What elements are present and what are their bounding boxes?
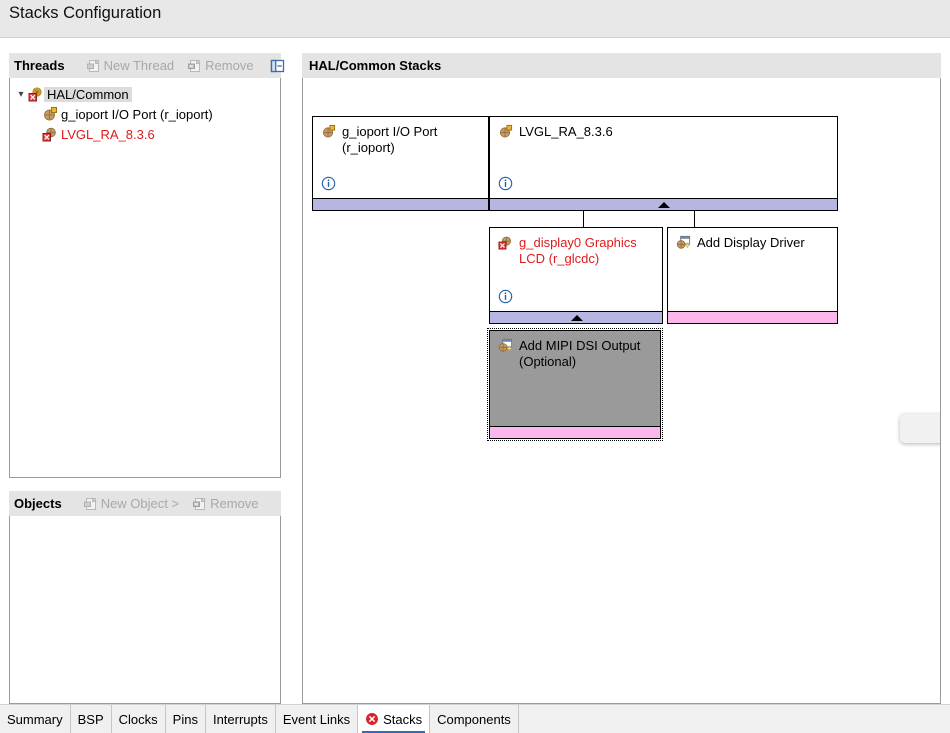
new-object-button[interactable]: New Object > (83, 496, 180, 511)
remove-thread-label: Remove (205, 58, 254, 73)
stack-node-footer (668, 311, 837, 323)
tab-bar-filler (518, 705, 950, 733)
remove-thread-button[interactable]: Remove (188, 58, 254, 73)
add-module-icon (498, 338, 513, 370)
threads-panel-title: Threads (14, 58, 65, 73)
tab-label: BSP (77, 711, 104, 727)
stack-node-label: LVGL_RA_8.3.6 (519, 124, 613, 139)
tab-components[interactable]: Components (430, 705, 519, 733)
stack-node-footer (313, 198, 488, 210)
tree-item-lvgl[interactable]: LVGL_RA_8.3.6 (14, 124, 276, 144)
stack-node-glcdc[interactable]: g_display0 Graphics LCD (r_glcdc) (489, 227, 663, 324)
stack-node-label: Add MIPI DSI Output (Optional) (519, 338, 641, 369)
tab-label: Pins (172, 711, 198, 727)
stack-node-title: g_ioport I/O Port (r_ioport) (321, 124, 482, 156)
stack-node-label: g_display0 Graphics LCD (r_glcdc) (519, 235, 637, 266)
objects-list[interactable] (9, 516, 281, 704)
stacks-panel-title: HAL/Common Stacks (309, 58, 442, 73)
stack-node-label: g_ioport I/O Port (r_ioport) (342, 124, 438, 155)
tab-summary[interactable]: Summary (0, 705, 71, 733)
stack-node-title: Add Display Driver (676, 235, 831, 251)
bottom-tab-bar[interactable]: Summary BSP Clocks Pins Interrupts Event… (0, 704, 950, 733)
stack-node-label: Add Display Driver (697, 235, 805, 250)
remove-object-icon (193, 496, 207, 511)
stack-node-title: LVGL_RA_8.3.6 (498, 124, 831, 140)
stack-node-lvgl[interactable]: LVGL_RA_8.3.6 (489, 116, 838, 211)
tab-label: Clocks (118, 711, 158, 727)
tab-label: Event Links (282, 711, 351, 727)
info-icon[interactable] (321, 176, 336, 194)
remove-thread-icon (188, 58, 202, 73)
tree-item-hal-common[interactable]: ▾ HAL/Common (14, 84, 276, 104)
remove-object-label: Remove (210, 496, 259, 511)
stack-node-ioport[interactable]: g_ioport I/O Port (r_ioport) (312, 116, 489, 211)
tab-label: Summary (7, 711, 63, 727)
tree-item-label: HAL/Common (44, 86, 132, 102)
stacks-panel: HAL/Common Stacks g_ioport I/O Port (r_i… (302, 53, 941, 704)
module-error-icon (42, 126, 58, 142)
module-icon (498, 124, 513, 140)
chevron-down-icon[interactable]: ▾ (14, 89, 28, 100)
connector-line (694, 209, 695, 227)
info-icon[interactable] (498, 289, 513, 307)
page-title-band: Stacks Configuration (0, 0, 950, 38)
remove-object-button[interactable]: Remove (193, 496, 259, 511)
new-thread-label: New Thread (103, 58, 175, 73)
connector-line (583, 209, 584, 227)
module-error-icon (28, 86, 44, 102)
error-badge-icon (365, 712, 379, 726)
add-module-icon (676, 235, 691, 251)
stack-node-title: g_display0 Graphics LCD (r_glcdc) (498, 235, 656, 267)
tab-bsp[interactable]: BSP (70, 705, 112, 733)
tab-clocks[interactable]: Clocks (111, 705, 166, 733)
tab-event-links[interactable]: Event Links (275, 705, 359, 733)
stack-node-add-display-driver[interactable]: Add Display Driver (667, 227, 838, 324)
new-object-label: New Object > (100, 496, 180, 511)
threads-panel-header: Threads New Thread Remove (9, 53, 284, 78)
threads-panel: Threads New Thread Remove ▾ HAL/Common g… (9, 53, 284, 478)
tab-label: Components (437, 711, 511, 727)
context-menu-item-new[interactable]: New > (900, 414, 940, 443)
objects-panel-header: Objects New Object > Remove (9, 491, 281, 516)
stacks-panel-header: HAL/Common Stacks (302, 53, 941, 78)
module-error-icon (498, 235, 513, 267)
tab-pins[interactable]: Pins (165, 705, 206, 733)
tab-interrupts[interactable]: Interrupts (205, 705, 276, 733)
objects-panel: Objects New Object > Remove (9, 491, 281, 704)
tree-item-label: g_ioport I/O Port (r_ioport) (61, 106, 213, 122)
tab-label: Stacks (383, 711, 423, 727)
collapse-all-icon[interactable] (270, 59, 285, 73)
stack-node-title: Add MIPI DSI Output (Optional) (498, 338, 654, 370)
module-icon (321, 124, 336, 156)
tab-stacks[interactable]: Stacks (358, 705, 431, 733)
stack-node-add-mipi-dsi-output[interactable]: Add MIPI DSI Output (Optional) (487, 328, 663, 441)
threads-tree[interactable]: ▾ HAL/Common g_ioport I/O Port (r_ioport… (9, 78, 281, 478)
module-icon (42, 106, 58, 122)
tab-label: Interrupts (212, 711, 268, 727)
page-title: Stacks Configuration (9, 4, 162, 22)
stack-connector-arrow (571, 315, 583, 321)
new-thread-button[interactable]: New Thread (86, 58, 175, 73)
new-object-icon (83, 496, 98, 511)
info-icon[interactable] (498, 176, 513, 194)
stack-node-footer (490, 426, 660, 438)
stacks-canvas[interactable]: g_ioport I/O Port (r_ioport) LVGL_RA_8.3… (302, 78, 941, 704)
tree-item-label: LVGL_RA_8.3.6 (61, 126, 155, 142)
new-thread-icon (86, 58, 101, 73)
objects-panel-title: Objects (14, 496, 62, 511)
stack-connector-arrow (658, 202, 670, 208)
tree-item-g-ioport[interactable]: g_ioport I/O Port (r_ioport) (14, 104, 276, 124)
